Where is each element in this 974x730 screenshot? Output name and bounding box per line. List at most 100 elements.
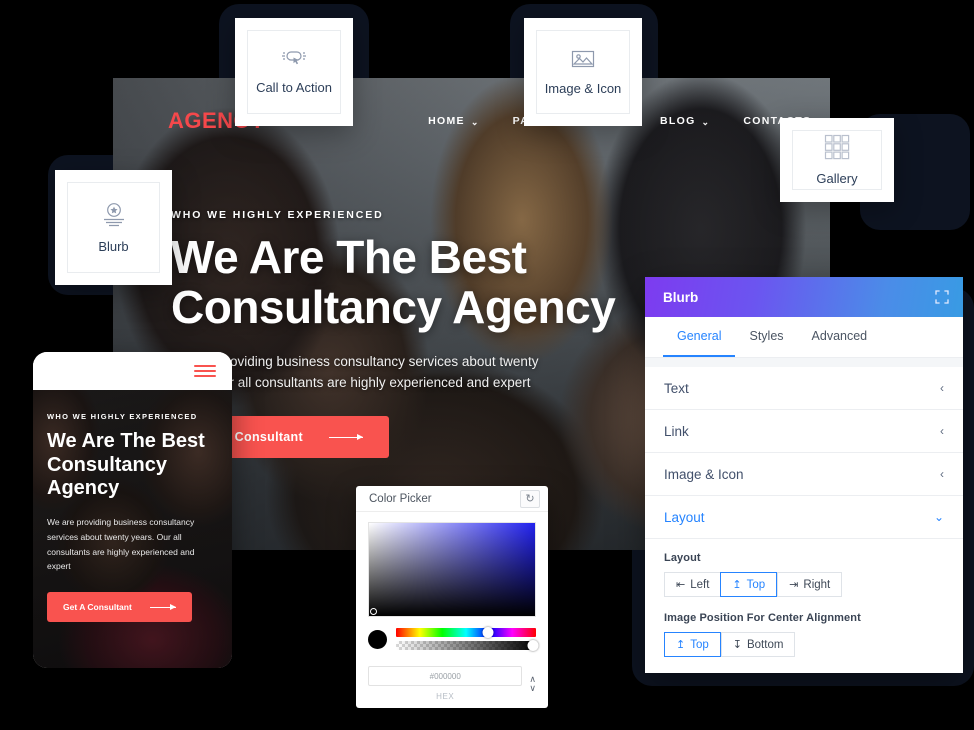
module-card-inner: Gallery bbox=[792, 130, 882, 190]
chevron-left-icon: ‹ bbox=[940, 424, 944, 438]
panel-title: Blurb bbox=[663, 289, 699, 305]
hue-slider-handle[interactable] bbox=[482, 626, 494, 638]
layout-option-label: Left bbox=[690, 578, 710, 591]
hamburger-menu-icon[interactable] bbox=[194, 365, 216, 377]
accordion-row-text[interactable]: Text ‹ bbox=[645, 367, 963, 410]
layout-option-right[interactable]: ⇥ Right bbox=[777, 572, 843, 597]
site-navbar: AGENCY HOME ⌄ PAGES ⌄ BLOG ⌄ CONTACTS bbox=[113, 100, 830, 142]
layout-field-label: Layout bbox=[664, 552, 701, 564]
image-position-option-label: Top bbox=[690, 638, 709, 651]
layout-option-label: Right bbox=[803, 578, 831, 591]
saturation-value-handle[interactable] bbox=[370, 608, 377, 615]
panel-divider bbox=[645, 358, 963, 367]
color-picker-header: Color Picker ↻ bbox=[356, 486, 548, 512]
module-card-image-icon[interactable]: Image & Icon bbox=[524, 18, 642, 126]
layout-option-top[interactable]: ↥ Top bbox=[720, 572, 778, 597]
layout-settings-section: Layout ⇤ Left ↥ Top ⇥ Right Image Positi… bbox=[645, 539, 963, 657]
hero-title: We Are The Best Consultancy Agency bbox=[171, 231, 616, 333]
slider-tracks bbox=[396, 626, 539, 651]
click-button-icon bbox=[278, 48, 310, 70]
mobile-cta-label: Get A Consultant bbox=[63, 602, 132, 613]
expand-icon[interactable] bbox=[935, 290, 949, 304]
module-card-inner: Blurb bbox=[67, 182, 160, 273]
hero-copy-block: WHO WE HIGHLY EXPERIENCED We Are The Bes… bbox=[171, 209, 711, 459]
arrow-right-icon bbox=[328, 433, 363, 440]
color-format-label: HEX bbox=[436, 692, 455, 701]
arrow-bar-up-icon: ↥ bbox=[676, 639, 686, 651]
stepper-down-icon[interactable]: ∨ bbox=[529, 683, 536, 692]
saturation-value-field[interactable] bbox=[368, 522, 536, 617]
color-picker-title: Color Picker bbox=[369, 492, 432, 505]
module-card-call-to-action[interactable]: Call to Action bbox=[235, 18, 353, 126]
chevron-down-icon: ⌄ bbox=[933, 510, 944, 524]
image-position-option-bottom[interactable]: ↧ Bottom bbox=[720, 632, 796, 657]
module-card-label: Image & Icon bbox=[544, 81, 622, 97]
image-position-option-top[interactable]: ↥ Top bbox=[664, 632, 721, 657]
arrow-bar-right-icon: ⇥ bbox=[789, 579, 799, 591]
mobile-subtitle: We are providing business consultancy se… bbox=[47, 516, 195, 572]
accordion-row-layout[interactable]: Layout ⌄ bbox=[645, 496, 963, 539]
tab-label: Advanced bbox=[811, 329, 868, 343]
module-card-inner: Call to Action bbox=[247, 30, 341, 114]
tab-label: General bbox=[677, 329, 722, 343]
mobile-hero: WHO WE HIGHLY EXPERIENCED We Are The Bes… bbox=[33, 390, 232, 668]
arrow-bar-up-icon: ↥ bbox=[732, 579, 742, 591]
module-card-gallery[interactable]: Gallery bbox=[780, 118, 894, 202]
hex-input-wrap: HEX bbox=[368, 666, 523, 701]
image-position-option-label: Bottom bbox=[746, 638, 784, 651]
nav-item-blog[interactable]: BLOG ⌄ bbox=[660, 115, 710, 127]
grid-gallery-icon bbox=[823, 133, 851, 161]
hue-slider[interactable] bbox=[396, 626, 536, 638]
accordion-row-image-icon[interactable]: Image & Icon ‹ bbox=[645, 453, 963, 496]
badge-star-icon bbox=[99, 201, 129, 229]
color-picker-body: HEX ∧ ∨ bbox=[356, 512, 548, 701]
module-card-label: Call to Action bbox=[256, 80, 332, 96]
image-icon bbox=[569, 47, 597, 71]
chevron-down-icon: ⌄ bbox=[701, 116, 711, 127]
alpha-slider-handle[interactable] bbox=[527, 639, 539, 651]
tab-advanced[interactable]: Advanced bbox=[798, 317, 882, 357]
tab-styles[interactable]: Styles bbox=[735, 317, 797, 357]
chevron-left-icon: ‹ bbox=[940, 467, 944, 481]
panel-tabs: General Styles Advanced bbox=[645, 317, 963, 358]
screenshot-stage: AGENCY HOME ⌄ PAGES ⌄ BLOG ⌄ CONTACTS bbox=[0, 0, 974, 730]
blurb-settings-panel: Blurb General Styles Advanced Text ‹ Lin… bbox=[645, 277, 963, 673]
current-color-swatch bbox=[368, 629, 387, 649]
arrow-right-icon bbox=[149, 603, 176, 610]
accordion-label: Text bbox=[664, 380, 689, 396]
mobile-eyebrow: WHO WE HIGHLY EXPERIENCED bbox=[47, 412, 198, 421]
stepper-icon[interactable]: ∧ ∨ bbox=[529, 675, 536, 692]
reset-icon[interactable]: ↻ bbox=[520, 489, 540, 508]
tab-general[interactable]: General bbox=[663, 317, 736, 357]
mobile-preview: WHO WE HIGHLY EXPERIENCED We Are The Bes… bbox=[33, 352, 232, 668]
arrow-bar-left-icon: ⇤ bbox=[676, 579, 686, 591]
arrow-bar-down-icon: ↧ bbox=[732, 639, 742, 651]
tab-label: Styles bbox=[749, 329, 784, 343]
mobile-copy-block: WHO WE HIGHLY EXPERIENCED We Are The Bes… bbox=[47, 412, 220, 623]
layout-option-left[interactable]: ⇤ Left bbox=[664, 572, 721, 597]
image-position-segmented-control: ↥ Top ↧ Bottom bbox=[664, 632, 944, 657]
field-spacer bbox=[664, 597, 944, 612]
layout-segmented-control: ⇤ Left ↥ Top ⇥ Right bbox=[664, 572, 944, 597]
accordion-label: Layout bbox=[664, 509, 705, 525]
module-card-label: Gallery bbox=[816, 171, 858, 187]
accordion-label: Link bbox=[664, 423, 689, 439]
mobile-cta-button[interactable]: Get A Consultant bbox=[47, 592, 192, 623]
hex-input[interactable] bbox=[368, 666, 523, 686]
chevron-down-icon: ⌄ bbox=[470, 116, 480, 127]
hex-input-row: HEX ∧ ∨ bbox=[368, 666, 536, 701]
color-picker-sliders bbox=[368, 626, 539, 651]
module-card-label: Blurb bbox=[98, 238, 129, 254]
panel-header: Blurb bbox=[645, 277, 963, 317]
accordion-label: Image & Icon bbox=[664, 466, 744, 482]
module-card-inner: Image & Icon bbox=[536, 30, 630, 114]
nav-item-label: BLOG bbox=[660, 115, 696, 127]
color-picker-popup: Color Picker ↻ #000000 HEX ∧ ∨ bbox=[356, 486, 548, 708]
module-card-blurb[interactable]: Blurb bbox=[55, 170, 172, 285]
chevron-left-icon: ‹ bbox=[940, 381, 944, 395]
accordion-row-link[interactable]: Link ‹ bbox=[645, 410, 963, 453]
alpha-slider[interactable] bbox=[396, 639, 539, 651]
hero-eyebrow: WHO WE HIGHLY EXPERIENCED bbox=[171, 209, 384, 221]
nav-item-label: HOME bbox=[428, 115, 465, 127]
nav-item-home[interactable]: HOME ⌄ bbox=[428, 115, 480, 127]
